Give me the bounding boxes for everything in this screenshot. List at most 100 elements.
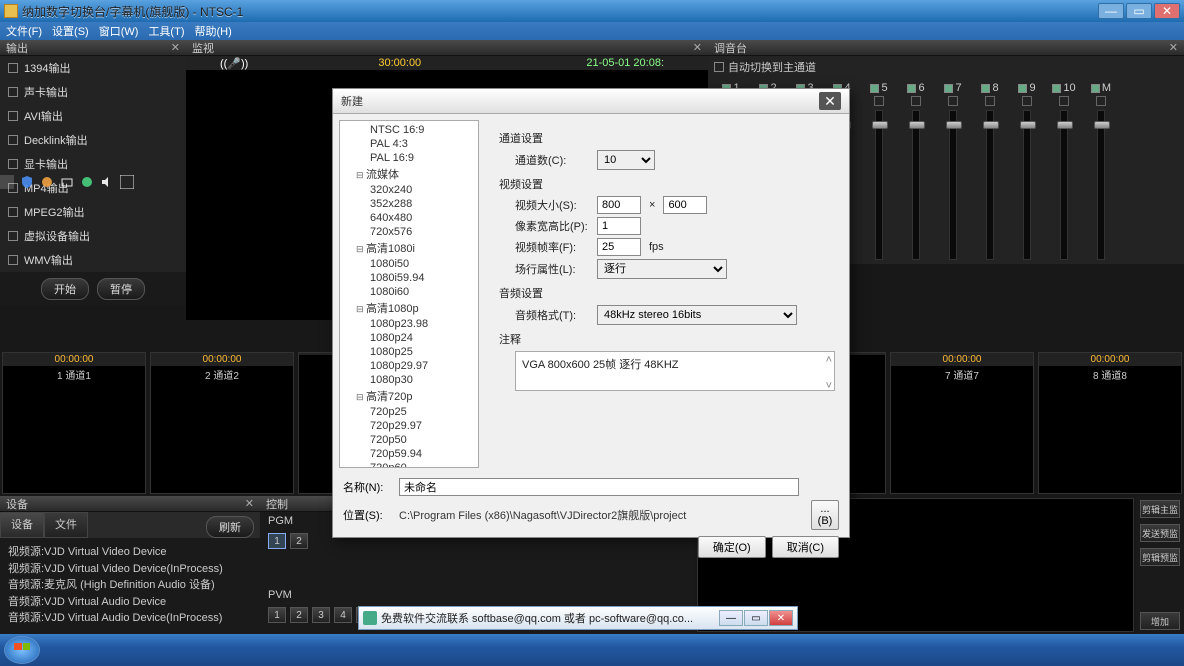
side-btn-3[interactable]: 剪辑预监 — [1140, 548, 1180, 566]
fader-knob[interactable] — [983, 121, 999, 129]
output-checkbox[interactable] — [8, 159, 18, 169]
output-checkbox[interactable] — [8, 135, 18, 145]
tree-node[interactable]: 1080i59.94 — [340, 271, 478, 285]
pvm-button[interactable]: 2 — [290, 607, 308, 623]
tree-node[interactable]: PAL 4:3 — [340, 137, 478, 151]
pgm-button[interactable]: 2 — [290, 533, 308, 549]
ok-button[interactable]: 确定(O) — [698, 536, 766, 558]
output-checkbox[interactable] — [8, 207, 18, 217]
pgm-button[interactable]: 1 — [268, 533, 286, 549]
tree-node[interactable]: NTSC 16:9 — [340, 123, 478, 137]
fader-knob[interactable] — [1020, 121, 1036, 129]
device-list-item[interactable]: 音频源:VJD Virtual Audio Device — [8, 594, 252, 611]
pvm-button[interactable]: 1 — [268, 607, 286, 623]
channel-enable-checkbox[interactable] — [907, 84, 916, 93]
channel-enable-checkbox[interactable] — [1052, 84, 1061, 93]
menu-file[interactable]: 文件(F) — [6, 23, 42, 39]
tree-node[interactable]: 720p60 — [340, 461, 478, 468]
refresh-button[interactable]: 刷新 — [206, 516, 254, 538]
output-item[interactable]: 1394输出 — [0, 56, 186, 80]
tree-node[interactable]: 1080i60 — [340, 285, 478, 299]
tree-node[interactable]: 352x288 — [340, 197, 478, 211]
popup-minimize-button[interactable]: — — [719, 610, 743, 626]
output-panel-close-icon[interactable]: ✕ — [171, 41, 180, 54]
par-input[interactable] — [597, 217, 641, 235]
menu-tools[interactable]: 工具(T) — [148, 23, 184, 39]
close-button[interactable]: ✕ — [1154, 3, 1180, 19]
tray-update-icon[interactable] — [40, 175, 54, 189]
channel-fader[interactable] — [986, 110, 994, 260]
audiofmt-select[interactable]: 48kHz stereo 16bits — [597, 305, 797, 325]
channel-solo-button[interactable] — [948, 96, 958, 106]
popup-maximize-button[interactable]: ▭ — [744, 610, 768, 626]
tray-info-icon[interactable] — [80, 175, 94, 189]
tree-node[interactable]: 高清720p — [340, 387, 478, 405]
tray-volume-icon[interactable] — [100, 175, 114, 189]
output-item[interactable]: 显卡输出 — [0, 152, 186, 176]
channel-preview[interactable]: 00:00:008 通道8 — [1038, 352, 1182, 494]
video-width-input[interactable] — [597, 196, 641, 214]
tree-node[interactable]: 720p50 — [340, 433, 478, 447]
output-checkbox[interactable] — [8, 63, 18, 73]
output-item[interactable]: Decklink输出 — [0, 128, 186, 152]
cancel-button[interactable]: 取消(C) — [772, 536, 839, 558]
browse-button[interactable]: ...(B) — [811, 500, 839, 530]
side-btn-2[interactable]: 发送预监 — [1140, 524, 1180, 542]
channel-enable-checkbox[interactable] — [944, 84, 953, 93]
channels-select[interactable]: 10 — [597, 150, 655, 170]
device-panel-close-icon[interactable]: ✕ — [245, 497, 254, 510]
output-checkbox[interactable] — [8, 111, 18, 121]
channel-solo-button[interactable] — [1022, 96, 1032, 106]
start-button[interactable] — [4, 636, 40, 664]
menu-window[interactable]: 窗口(W) — [99, 23, 139, 39]
video-height-input[interactable] — [663, 196, 707, 214]
tree-node[interactable]: 1080p23.98 — [340, 317, 478, 331]
popup-window[interactable]: 免费软件交流联系 softbase@qq.com 或者 pc-software@… — [358, 606, 798, 630]
tray-lang-icon[interactable] — [120, 175, 134, 189]
auto-switch-checkbox[interactable] — [714, 62, 724, 72]
tree-node[interactable]: 高清1080i — [340, 239, 478, 257]
channel-enable-checkbox[interactable] — [981, 84, 990, 93]
minimize-button[interactable]: — — [1098, 3, 1124, 19]
device-list-item[interactable]: 视频源:VJD Virtual Video Device — [8, 544, 252, 561]
channel-solo-button[interactable] — [874, 96, 884, 106]
channel-solo-button[interactable] — [985, 96, 995, 106]
pause-button[interactable]: 暂停 — [97, 278, 145, 300]
menu-settings[interactable]: 设置(S) — [52, 23, 89, 39]
tree-node[interactable]: 720p29.97 — [340, 419, 478, 433]
channel-fader[interactable] — [875, 110, 883, 260]
output-item[interactable]: MPEG2输出 — [0, 200, 186, 224]
tree-node[interactable]: 320x240 — [340, 183, 478, 197]
fader-knob[interactable] — [909, 121, 925, 129]
output-checkbox[interactable] — [8, 87, 18, 97]
tree-node[interactable]: 1080p30 — [340, 373, 478, 387]
tree-node[interactable]: 1080p29.97 — [340, 359, 478, 373]
tab-files[interactable]: 文件 — [44, 512, 88, 538]
tree-node[interactable]: PAL 16:9 — [340, 151, 478, 165]
tray-shield-icon[interactable] — [20, 175, 34, 189]
output-checkbox[interactable] — [8, 231, 18, 241]
channel-enable-checkbox[interactable] — [870, 84, 879, 93]
tree-node[interactable]: 高清1080p — [340, 299, 478, 317]
fader-knob[interactable] — [1094, 121, 1110, 129]
tree-node[interactable]: 1080p24 — [340, 331, 478, 345]
output-item[interactable]: 虚拟设备输出 — [0, 224, 186, 248]
fader-knob[interactable] — [1057, 121, 1073, 129]
channel-fader[interactable] — [949, 110, 957, 260]
tray-network-icon[interactable] — [60, 175, 74, 189]
channel-fader[interactable] — [1060, 110, 1068, 260]
channel-preview[interactable]: 00:00:002 通道2 — [150, 352, 294, 494]
channel-enable-checkbox[interactable] — [1018, 84, 1027, 93]
mixer-panel-close-icon[interactable]: ✕ — [1169, 41, 1178, 54]
tree-node[interactable]: 720p25 — [340, 405, 478, 419]
tree-node[interactable]: 1080p25 — [340, 345, 478, 359]
output-item[interactable]: WMV输出 — [0, 248, 186, 272]
side-btn-1[interactable]: 剪辑主监 — [1140, 500, 1180, 518]
pvm-button[interactable]: 4 — [334, 607, 352, 623]
device-list-item[interactable]: 音频源:VJD Virtual Audio Device(InProcess) — [8, 610, 252, 627]
tree-node[interactable]: 720x576 — [340, 225, 478, 239]
output-item[interactable]: 声卡输出 — [0, 80, 186, 104]
tree-node[interactable]: 1080i50 — [340, 257, 478, 271]
fader-knob[interactable] — [946, 121, 962, 129]
spin-down-icon[interactable]: ˅ — [826, 380, 832, 392]
